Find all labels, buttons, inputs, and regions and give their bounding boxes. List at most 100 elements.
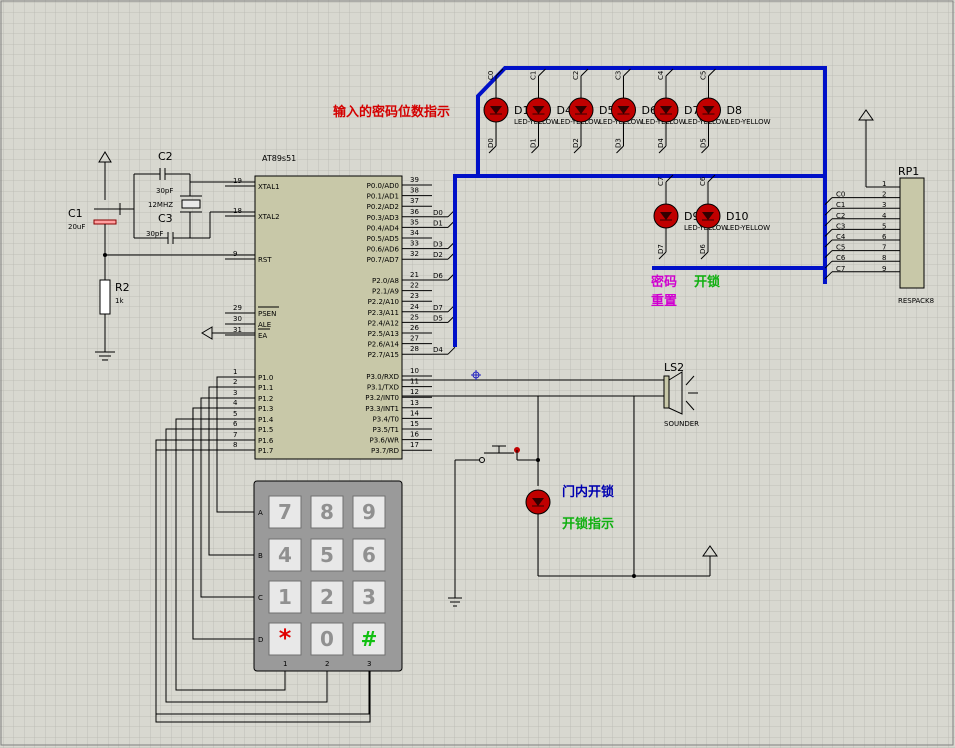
key-0[interactable]: 0 bbox=[310, 622, 344, 656]
mcu-pin-name: P3.4/T0 bbox=[373, 415, 399, 423]
net-label-D2: D2 bbox=[433, 251, 443, 259]
mcu-pin-num: 13 bbox=[410, 399, 419, 407]
mcu-pin-name: P1.6 bbox=[258, 437, 274, 445]
mcu-pin-name: P0.6/AD6 bbox=[367, 246, 400, 254]
mcu-pin-name: P0.5/AD5 bbox=[367, 235, 399, 243]
rp1-net-label: C7 bbox=[836, 265, 845, 273]
svg-text:5: 5 bbox=[320, 543, 334, 567]
svg-text:8: 8 bbox=[320, 500, 334, 524]
keypad-row-label: D bbox=[258, 636, 263, 644]
mcu-pin-num: 5 bbox=[233, 410, 237, 418]
mcu-pin-num: 16 bbox=[410, 431, 419, 439]
mcu-pin-num: 22 bbox=[410, 282, 419, 290]
key-star[interactable]: * bbox=[268, 622, 302, 656]
ls2-value: SOUNDER bbox=[664, 420, 699, 428]
key-8[interactable]: 8 bbox=[310, 495, 344, 529]
led-bottom-net: D4 bbox=[657, 138, 665, 148]
mcu-pin-num: 7 bbox=[233, 431, 237, 439]
mcu-pin-name: P0.7/AD7 bbox=[367, 256, 399, 264]
pwd-reset-annotation-line2: 重置 bbox=[651, 293, 677, 309]
svg-text:4: 4 bbox=[278, 543, 292, 567]
rp1-net-label: C5 bbox=[836, 244, 845, 252]
mcu-pin-name: P0.2/AD2 bbox=[367, 203, 399, 211]
key-9[interactable]: 9 bbox=[352, 495, 386, 529]
mcu-pin-name: P2.4/A12 bbox=[368, 319, 399, 327]
led-bottom-net: D6 bbox=[699, 244, 707, 254]
led-top-net: C3 bbox=[615, 71, 623, 80]
mcu-pin-num: 23 bbox=[410, 292, 419, 300]
led-top-net: C4 bbox=[657, 70, 665, 80]
key-6[interactable]: 6 bbox=[352, 538, 386, 572]
unlock-annotation: 开锁 bbox=[694, 274, 720, 290]
svg-text:2: 2 bbox=[320, 585, 334, 609]
net-label-D0: D0 bbox=[433, 209, 443, 217]
led-top-net: C7 bbox=[657, 177, 665, 186]
password-digits-annotation: 输入的密码位数指示 bbox=[333, 104, 450, 120]
mcu-pin-name: P1.3 bbox=[258, 405, 273, 413]
led-ref: D10 bbox=[726, 210, 748, 223]
mcu-pin-num: 1 bbox=[233, 368, 237, 376]
mcu-pin-name: P2.0/A8 bbox=[372, 277, 399, 285]
mcu-pin-name: P2.5/A13 bbox=[368, 330, 399, 338]
rp1-net-label: C6 bbox=[836, 254, 846, 262]
mcu-name: AT89s51 bbox=[262, 154, 296, 163]
key-7[interactable]: 7 bbox=[268, 495, 302, 529]
mcu-pin-num: 29 bbox=[233, 304, 242, 312]
key-hash[interactable]: # bbox=[352, 622, 386, 656]
rp1-net-label: C3 bbox=[836, 222, 845, 230]
led-type: LED-YELLOW bbox=[726, 224, 770, 232]
svg-text:3: 3 bbox=[362, 585, 376, 609]
c2-ref: C2 bbox=[158, 150, 173, 163]
mcu-pin-name: RST bbox=[258, 256, 272, 264]
c1-value: 20uF bbox=[68, 223, 85, 231]
led-top-net: C0 bbox=[487, 71, 495, 80]
mcu-pin-num: 27 bbox=[410, 335, 419, 343]
unlock-indicator-led bbox=[525, 489, 551, 515]
mcu-pin-num: 2 bbox=[233, 378, 237, 386]
mcu-pin-name: XTAL1 bbox=[258, 183, 280, 191]
mcu-pin-name: P1.2 bbox=[258, 395, 273, 403]
key-3[interactable]: 3 bbox=[352, 580, 386, 614]
key-4[interactable]: 4 bbox=[268, 538, 302, 572]
mcu-pin-name: P3.3/INT1 bbox=[365, 405, 399, 413]
mcu-pin-name: P2.3/A11 bbox=[368, 309, 399, 317]
mcu-pin-name: PSEN bbox=[258, 310, 276, 318]
mcu-pin-num: 17 bbox=[410, 441, 419, 449]
mcu-pin-name: P3.1/TXD bbox=[367, 384, 399, 392]
rp1-value: RESPACK8 bbox=[898, 297, 934, 305]
key-5[interactable]: 5 bbox=[310, 538, 344, 572]
mcu-pin-name: P1.1 bbox=[258, 384, 273, 392]
mcu-pin-num: 30 bbox=[233, 315, 242, 323]
keypad-col-label: 3 bbox=[367, 660, 371, 668]
unlock-indicator-annotation: 开锁指示 bbox=[562, 516, 614, 532]
mcu-pin-num: 4 bbox=[233, 399, 238, 407]
net-label-D6: D6 bbox=[433, 272, 443, 280]
rp1-net-label: C0 bbox=[836, 191, 845, 199]
mcu-pin-num: 18 bbox=[233, 207, 242, 215]
mcu-pin-num: 25 bbox=[410, 313, 419, 321]
net-label-D5: D5 bbox=[433, 314, 443, 322]
mcu-pin-name: P0.0/AD0 bbox=[367, 182, 399, 190]
schematic-canvas[interactable]: 输入的密码位数指示 密码 重置 开锁 门内开锁 开锁指示 C1 20uF C2 … bbox=[0, 0, 955, 748]
key-1[interactable]: 1 bbox=[268, 580, 302, 614]
mcu-pin-num: 6 bbox=[233, 420, 238, 428]
ls2-ref: LS2 bbox=[664, 361, 684, 374]
mcu-pin-name: P2.7/A15 bbox=[368, 351, 399, 359]
mcu-pin-name: P1.4 bbox=[258, 416, 274, 424]
keypad-3x4[interactable]: 7 8 9 4 5 6 1 2 3 * 0 # A B C D 1 2 3 bbox=[253, 480, 403, 672]
led-bottom-net: D1 bbox=[530, 138, 538, 148]
svg-text:6: 6 bbox=[362, 543, 376, 567]
keypad-row-label: B bbox=[258, 552, 263, 560]
led-top-net: C1 bbox=[530, 71, 538, 80]
mcu-pin-num: 31 bbox=[233, 326, 242, 334]
mcu-pin-num: 3 bbox=[233, 389, 237, 397]
net-label-D3: D3 bbox=[433, 241, 443, 249]
led-top-net: C6 bbox=[699, 176, 707, 186]
mcu-pin-num: 10 bbox=[410, 367, 419, 375]
door-unlock-annotation: 门内开锁 bbox=[562, 484, 614, 500]
mcu-pin-num: 11 bbox=[410, 378, 419, 386]
keypad-col-label: 2 bbox=[325, 660, 329, 668]
mcu-pin-num: 15 bbox=[410, 420, 419, 428]
pwd-reset-annotation-line1: 密码 bbox=[650, 274, 677, 290]
key-2[interactable]: 2 bbox=[310, 580, 344, 614]
